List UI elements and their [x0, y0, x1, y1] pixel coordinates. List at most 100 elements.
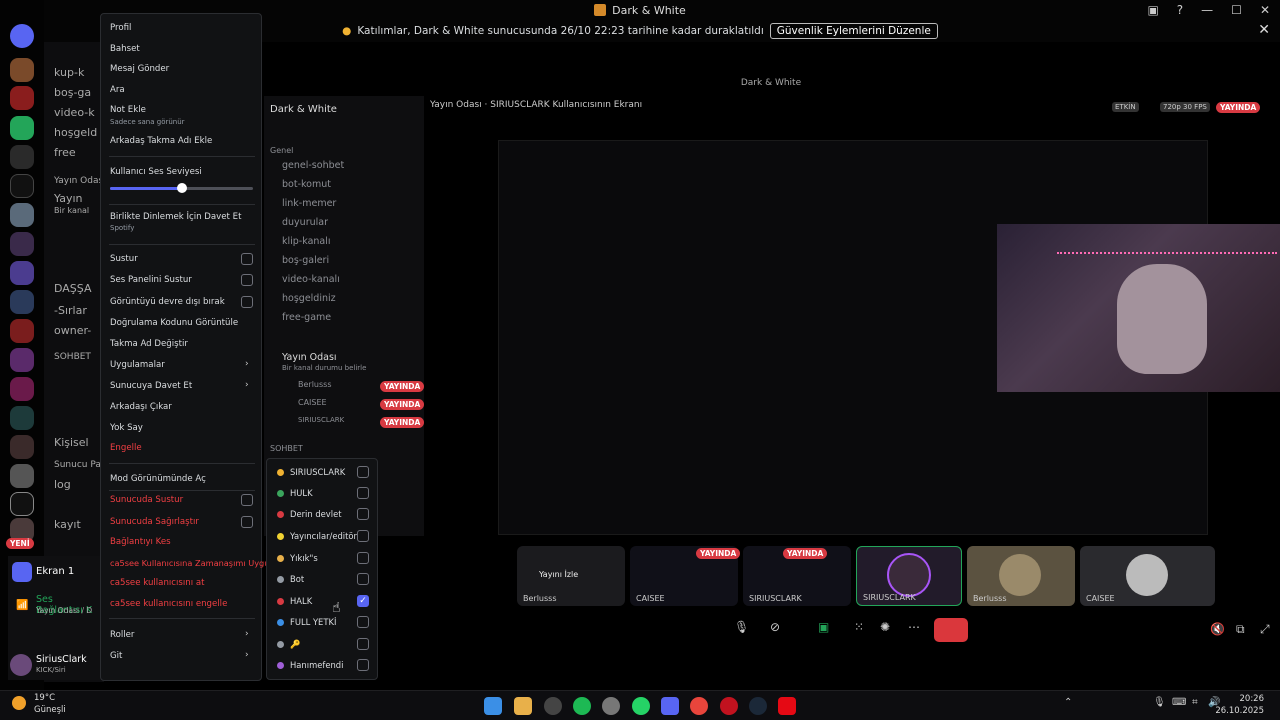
- channel-item[interactable]: kayıt: [54, 518, 81, 531]
- channel-item[interactable]: DAŞŞA: [54, 282, 92, 295]
- app-icon[interactable]: [602, 697, 620, 715]
- menu-focus-mode[interactable]: Mod Görünümünde Aç: [110, 474, 206, 484]
- role-checkbox[interactable]: [357, 638, 369, 650]
- role-item[interactable]: Yıkık"s: [277, 550, 318, 566]
- start-icon[interactable]: [484, 697, 502, 715]
- microphone-icon[interactable]: 🎙: [734, 620, 749, 634]
- role-checkbox[interactable]: [357, 573, 369, 585]
- menu-go[interactable]: Git: [110, 651, 122, 661]
- menu-ban[interactable]: ca5see kullanıcısını engelle: [110, 599, 227, 609]
- channel-item[interactable]: hoşgeld: [54, 126, 97, 139]
- menu-invite-server[interactable]: Sunucuya Davet Et: [110, 381, 192, 391]
- menu-message[interactable]: Mesaj Gönder: [110, 64, 169, 74]
- volume-mute-icon[interactable]: 🔇: [1210, 622, 1225, 636]
- menu-view-code[interactable]: Doğrulama Kodunu Görüntüle: [110, 318, 238, 328]
- channel-item[interactable]: -Sırlar: [54, 304, 87, 317]
- menu-timeout[interactable]: ca5see Kullanıcısına Zamanaşımı Uygula: [110, 558, 277, 568]
- inbox-icon[interactable]: ▣: [1147, 3, 1158, 17]
- role-item[interactable]: SIRIUSCLARK: [277, 464, 345, 480]
- minimize-button[interactable]: —: [1201, 3, 1213, 17]
- chrome-icon[interactable]: [690, 697, 708, 715]
- tray-mic-icon[interactable]: 🎙: [1153, 697, 1166, 708]
- soundboard-icon[interactable]: ✺: [880, 620, 890, 634]
- server-icon[interactable]: [10, 464, 34, 488]
- screen-share-icon[interactable]: ▣: [818, 620, 829, 634]
- category-label[interactable]: Yayın Odası: [54, 176, 106, 186]
- server-icon[interactable]: [10, 406, 34, 430]
- menu-listen-invite[interactable]: Birlikte Dinlemek İçin Davet Et: [110, 212, 241, 222]
- server-deafen-checkbox[interactable]: [241, 516, 253, 528]
- participant-tile-speaking[interactable]: SIRIUSCLARK: [856, 546, 962, 606]
- menu-disconnect[interactable]: Bağlantıyı Kes: [110, 537, 171, 547]
- notice-close-icon[interactable]: ✕: [1258, 22, 1270, 38]
- participant-tile[interactable]: YAYINDA CAISEE: [630, 546, 741, 606]
- role-checkbox[interactable]: [357, 508, 369, 520]
- menu-server-deafen[interactable]: Sunucuda Sağırlaştır: [110, 517, 199, 527]
- server-icon[interactable]: [10, 232, 34, 256]
- server-mute-checkbox[interactable]: [241, 494, 253, 506]
- server-icon[interactable]: [10, 58, 34, 82]
- netflix-icon[interactable]: [778, 697, 796, 715]
- menu-mute-soundboard[interactable]: Ses Panelini Sustur: [110, 275, 192, 285]
- maximize-button[interactable]: ☐: [1231, 3, 1242, 17]
- menu-apps[interactable]: Uygulamalar: [110, 360, 165, 370]
- menu-mute[interactable]: Sustur: [110, 254, 138, 264]
- taskbar-clock[interactable]: 20:26 26.10.2025: [1215, 693, 1264, 717]
- channel-item[interactable]: kup-k: [54, 66, 84, 79]
- category-label[interactable]: Kişisel: [54, 436, 89, 449]
- help-icon[interactable]: ?: [1177, 3, 1183, 17]
- server-icon[interactable]: [10, 145, 34, 169]
- server-icon[interactable]: [10, 377, 34, 401]
- menu-block[interactable]: Engelle: [110, 443, 142, 453]
- menu-kick[interactable]: ca5see kullanıcısını at: [110, 578, 204, 588]
- voice-channel[interactable]: Yayın: [54, 192, 82, 205]
- tray-network-icon[interactable]: ⌗: [1192, 697, 1198, 708]
- menu-disable-video[interactable]: Görüntüyü devre dışı bırak: [110, 297, 225, 307]
- server-icon[interactable]: [10, 290, 34, 314]
- more-icon[interactable]: ⋯: [908, 620, 920, 634]
- menu-mention[interactable]: Bahset: [110, 44, 140, 54]
- slider-knob[interactable]: [176, 183, 187, 193]
- server-icon[interactable]: [10, 261, 34, 285]
- server-icon[interactable]: [10, 116, 34, 140]
- role-item[interactable]: HALK: [277, 593, 312, 609]
- role-item[interactable]: FULL YETKİ: [277, 614, 336, 630]
- discord-icon[interactable]: [661, 697, 679, 715]
- role-checkbox-checked[interactable]: ✓: [357, 595, 369, 607]
- menu-change-nick[interactable]: Takma Ad Değiştir: [110, 339, 188, 349]
- user-volume-slider[interactable]: [110, 183, 253, 193]
- role-checkbox[interactable]: [357, 530, 369, 542]
- role-item[interactable]: HULK: [277, 485, 313, 501]
- role-checkbox[interactable]: [357, 487, 369, 499]
- steam-icon[interactable]: [749, 697, 767, 715]
- menu-call[interactable]: Ara: [110, 85, 125, 95]
- file-explorer-icon[interactable]: [514, 697, 532, 715]
- role-checkbox[interactable]: [357, 659, 369, 671]
- server-icon[interactable]: [10, 86, 34, 110]
- close-window-button[interactable]: ✕: [1260, 3, 1270, 17]
- role-checkbox[interactable]: [357, 552, 369, 564]
- popout-icon[interactable]: ⧉: [1236, 622, 1245, 637]
- server-icon[interactable]: [10, 348, 34, 372]
- role-item[interactable]: Derin devlet: [277, 506, 342, 522]
- edit-security-actions-button[interactable]: Güvenlik Eylemlerini Düzenle: [769, 23, 938, 39]
- participant-tile[interactable]: Berlusss: [967, 546, 1075, 606]
- fullscreen-icon[interactable]: ⤢: [1260, 622, 1270, 637]
- mute-checkbox[interactable]: [241, 253, 253, 265]
- signal-icon[interactable]: 📶: [16, 600, 28, 611]
- role-checkbox[interactable]: [357, 466, 369, 478]
- channel-item[interactable]: free: [54, 146, 76, 159]
- home-discord-icon[interactable]: [10, 24, 34, 48]
- tray-keyboard-icon[interactable]: ⌨: [1172, 697, 1186, 708]
- role-checkbox[interactable]: [357, 616, 369, 628]
- menu-server-mute[interactable]: Sunucuda Sustur: [110, 495, 183, 505]
- menu-friend-nickname[interactable]: Arkadaş Takma Adı Ekle: [110, 136, 212, 146]
- end-call-button[interactable]: [934, 618, 968, 642]
- menu-remove-friend[interactable]: Arkadaşı Çıkar: [110, 402, 172, 412]
- participant-tile[interactable]: YAYINDA SIRIUSCLARK: [743, 546, 851, 606]
- channel-item[interactable]: video-k: [54, 106, 95, 119]
- channel-item[interactable]: boş-ga: [54, 86, 91, 99]
- role-item[interactable]: Bot: [277, 571, 304, 587]
- role-item[interactable]: Hanımefendi: [277, 657, 343, 673]
- menu-roles[interactable]: Roller: [110, 630, 134, 640]
